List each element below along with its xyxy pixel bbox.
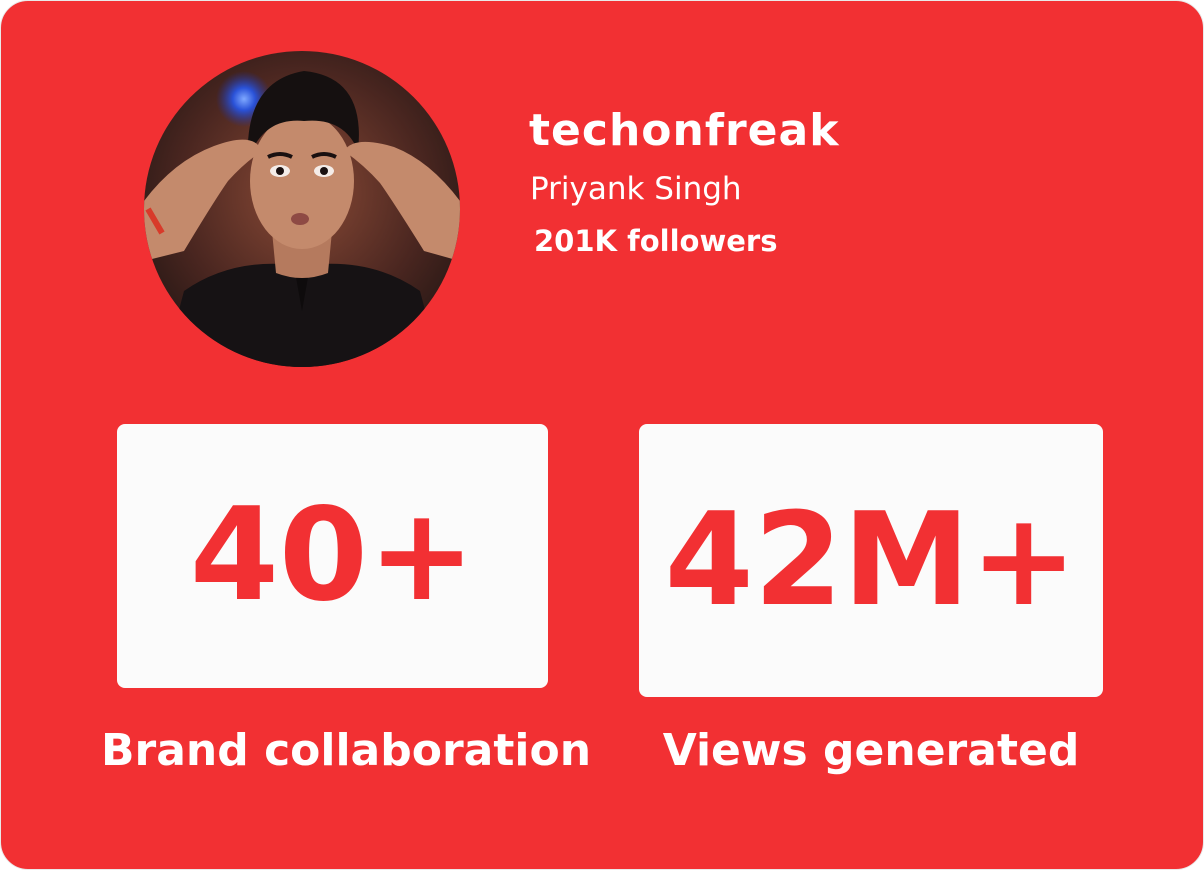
profile-photo-icon: [144, 51, 460, 367]
views-generated-value: 42M+: [664, 485, 1078, 635]
brand-collaboration-value: 40+: [189, 481, 476, 630]
brand-collaboration-stat-box: 40+: [117, 424, 548, 688]
username: techonfreak: [529, 105, 840, 156]
avatar: [144, 51, 460, 367]
real-name: Priyank Singh: [530, 171, 742, 207]
profile-card: techonfreak Priyank Singh 201K followers…: [0, 0, 1204, 870]
views-generated-label: Views generated: [662, 725, 1080, 776]
brand-collaboration-label: Brand collaboration: [101, 725, 592, 776]
views-generated-stat-box: 42M+: [639, 424, 1103, 697]
follower-count: 201K followers: [534, 224, 778, 258]
